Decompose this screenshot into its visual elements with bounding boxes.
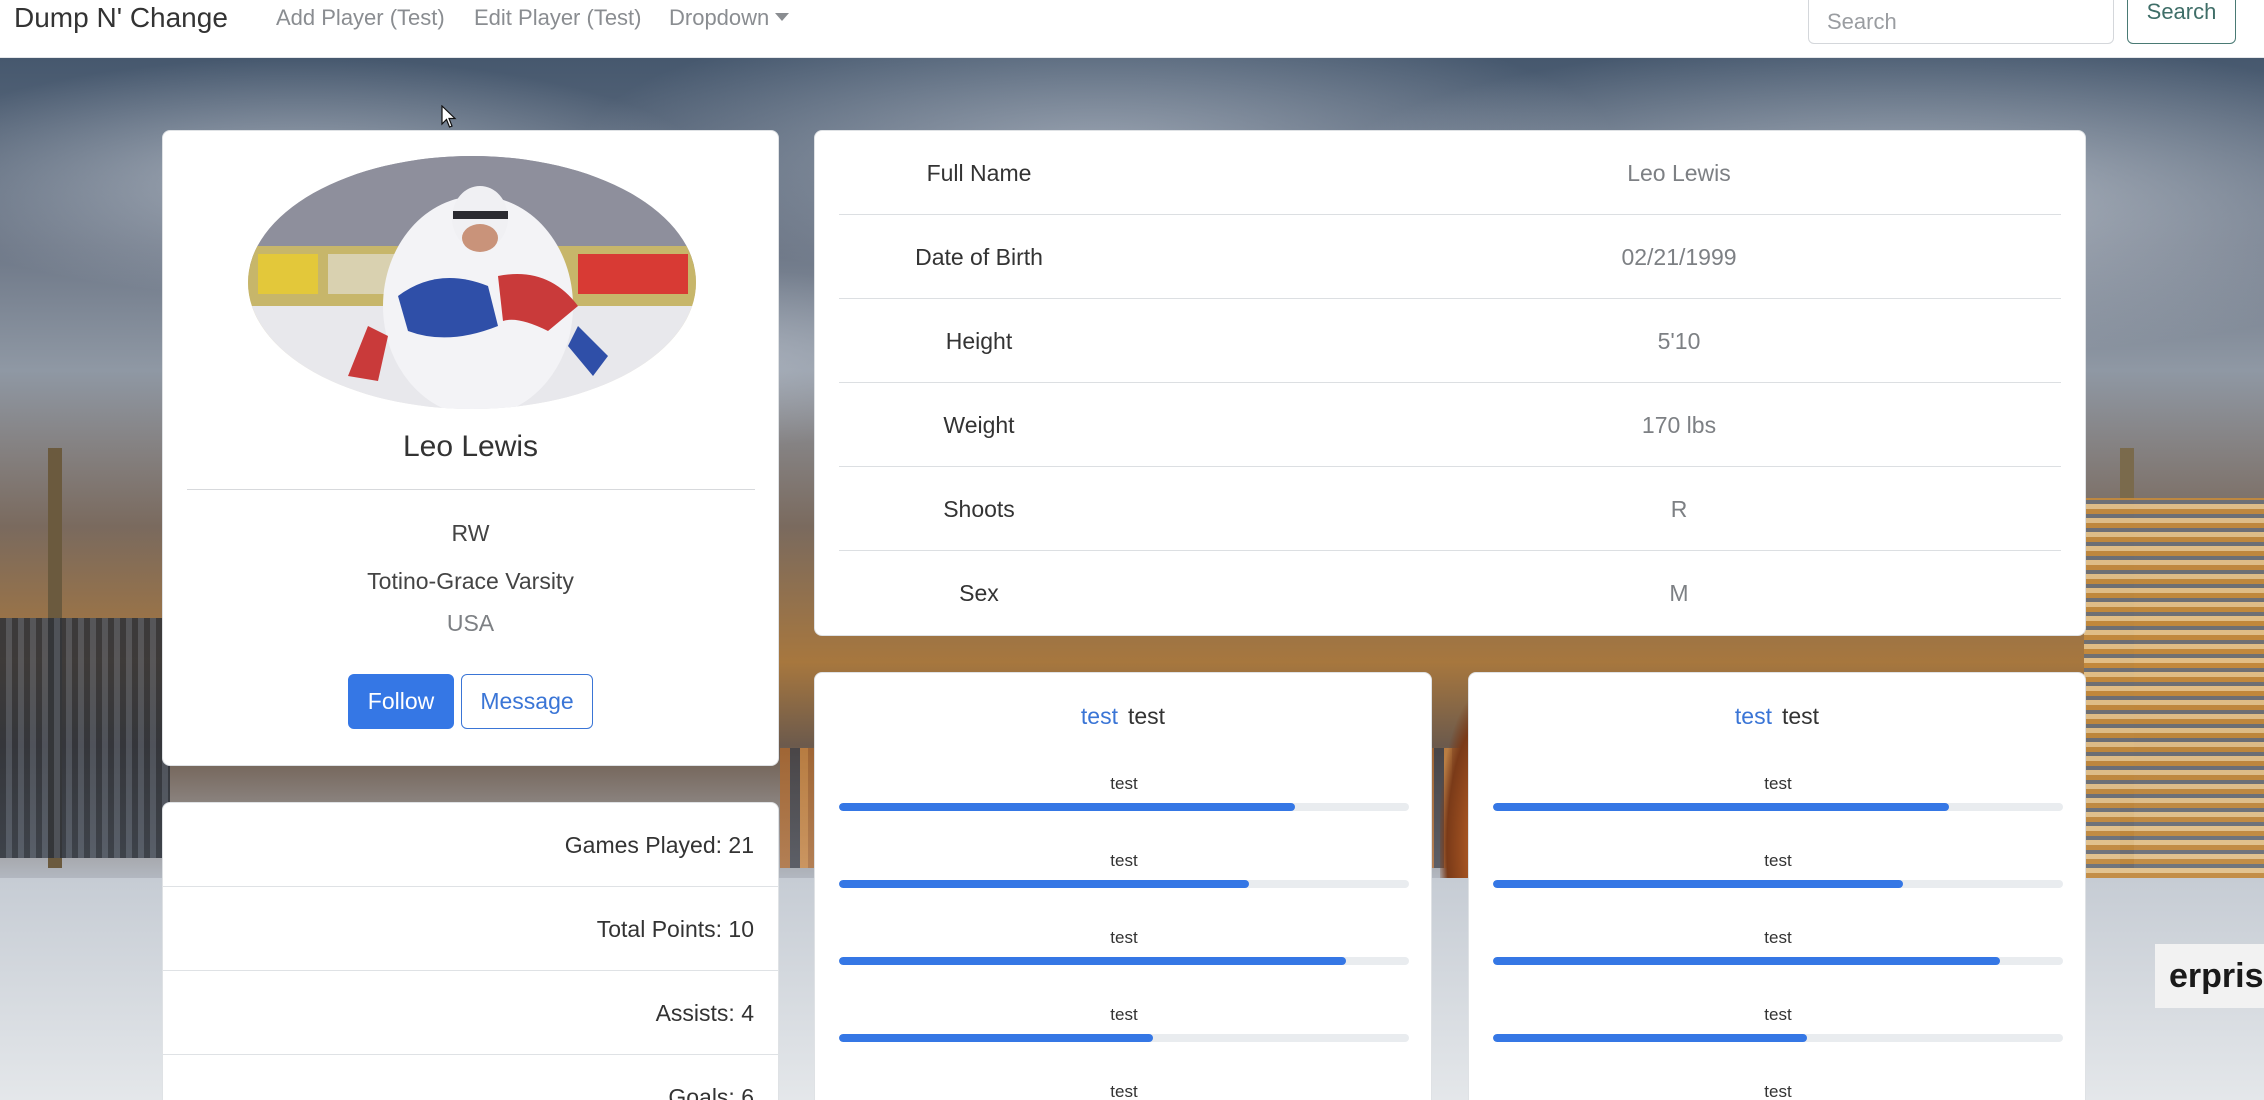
info-row-shoots: Shoots R bbox=[839, 467, 2061, 551]
progress-bar-label: test bbox=[1110, 928, 1138, 947]
player-team: Totino-Grace Varsity bbox=[367, 568, 574, 594]
search-input[interactable] bbox=[1808, 0, 2114, 44]
info-value: M bbox=[1669, 580, 1689, 606]
profile-card: Leo Lewis RW Totino-Grace Varsity USA Fo… bbox=[162, 130, 779, 766]
progress-bar-fill bbox=[839, 803, 1295, 811]
progress-card-link[interactable]: test bbox=[1081, 703, 1118, 729]
progress-card-title: test bbox=[1782, 703, 1820, 729]
nav-dropdown[interactable]: Dropdown bbox=[669, 0, 790, 36]
progress-card-header: test test bbox=[815, 701, 1431, 731]
progress-bar-track bbox=[1493, 1034, 2063, 1042]
info-value: 5'10 bbox=[1657, 328, 1701, 354]
player-photo bbox=[248, 156, 696, 409]
stands bbox=[0, 618, 170, 858]
player-info-card: Full Name Leo Lewis Date of Birth 02/21/… bbox=[814, 130, 2086, 636]
progress-bar-track bbox=[839, 880, 1409, 888]
info-label: Weight bbox=[943, 412, 1015, 438]
progress-card-title: test bbox=[1128, 703, 1166, 729]
progress-bar-item: test bbox=[839, 850, 1409, 890]
stat-assists: Assists: 4 bbox=[163, 971, 778, 1055]
progress-bar-track bbox=[1493, 957, 2063, 965]
avatar bbox=[248, 156, 696, 409]
progress-bar-track bbox=[839, 803, 1409, 811]
stat-games-played: Games Played: 21 bbox=[163, 803, 778, 887]
info-label: Shoots bbox=[943, 496, 1015, 522]
player-country: USA bbox=[446, 610, 495, 636]
brand-link[interactable]: Dump N' Change bbox=[14, 0, 228, 36]
info-label: Sex bbox=[959, 580, 999, 606]
stat-goals: Goals: 6 bbox=[163, 1055, 778, 1100]
progress-bar-fill bbox=[1493, 957, 2001, 965]
progress-bar-label: test bbox=[1764, 928, 1792, 947]
progress-bar-label: test bbox=[1764, 774, 1792, 793]
progress-bar-item: test bbox=[839, 1004, 1409, 1044]
info-row-full-name: Full Name Leo Lewis bbox=[839, 131, 2061, 215]
progress-bar-item: test bbox=[1493, 850, 2063, 890]
progress-bar-item: test bbox=[839, 773, 1409, 813]
player-name: Leo Lewis bbox=[402, 430, 539, 463]
progress-bar-fill bbox=[839, 957, 1347, 965]
progress-bar-label: test bbox=[1764, 1005, 1792, 1024]
progress-bar-fill bbox=[1493, 880, 1904, 888]
info-row-dob: Date of Birth 02/21/1999 bbox=[839, 215, 2061, 299]
info-value: R bbox=[1670, 496, 1688, 522]
progress-card-right: test test test test test test test bbox=[1468, 672, 2086, 1100]
progress-bar-track bbox=[1493, 803, 2063, 811]
progress-card-header: test test bbox=[1469, 701, 2085, 731]
progress-bar-item: test bbox=[1493, 1081, 2063, 1100]
progress-bar-item: test bbox=[1493, 773, 2063, 813]
progress-bar-track bbox=[1493, 880, 2063, 888]
info-row-weight: Weight 170 lbs bbox=[839, 383, 2061, 467]
progress-bar-fill bbox=[839, 1034, 1153, 1042]
progress-bar-item: test bbox=[1493, 1004, 2063, 1044]
progress-bar-item: test bbox=[839, 1081, 1409, 1100]
divider bbox=[187, 489, 755, 490]
info-row-height: Height 5'10 bbox=[839, 299, 2061, 383]
progress-bar-label: test bbox=[1764, 851, 1792, 870]
info-value: 170 lbs bbox=[1641, 412, 1717, 438]
message-button[interactable]: Message bbox=[461, 674, 593, 729]
nav-add-player[interactable]: Add Player (Test) bbox=[276, 0, 445, 36]
info-value: Leo Lewis bbox=[1627, 160, 1731, 186]
player-position: RW bbox=[451, 520, 490, 546]
info-label: Date of Birth bbox=[915, 244, 1043, 270]
progress-bar-label: test bbox=[1764, 1082, 1792, 1100]
progress-card-link[interactable]: test bbox=[1735, 703, 1772, 729]
nav-edit-player[interactable]: Edit Player (Test) bbox=[474, 0, 642, 36]
progress-bar-fill bbox=[1493, 1034, 1807, 1042]
progress-bar-item: test bbox=[839, 927, 1409, 967]
progress-bar-item: test bbox=[1493, 927, 2063, 967]
stands bbox=[2084, 498, 2264, 878]
info-value: 02/21/1999 bbox=[1621, 244, 1737, 270]
info-row-sex: Sex M bbox=[839, 551, 2061, 635]
progress-bar-label: test bbox=[1110, 1082, 1138, 1100]
stats-card: Games Played: 21 Total Points: 10 Assist… bbox=[162, 802, 779, 1100]
nav-dropdown-label: Dropdown bbox=[669, 5, 770, 30]
progress-bar-fill bbox=[839, 880, 1250, 888]
info-label: Height bbox=[945, 328, 1013, 354]
info-label: Full Name bbox=[926, 160, 1032, 186]
top-navbar: Dump N' Change Add Player (Test) Edit Pl… bbox=[0, 0, 2264, 58]
arena-sign-logo: erprise bbox=[2155, 944, 2264, 1008]
caret-down-icon bbox=[775, 13, 790, 21]
stat-total-points: Total Points: 10 bbox=[163, 887, 778, 971]
progress-card-left: test test test test test test test bbox=[814, 672, 1432, 1100]
progress-bar-label: test bbox=[1110, 774, 1138, 793]
progress-bar-track bbox=[839, 957, 1409, 965]
follow-button[interactable]: Follow bbox=[348, 674, 454, 729]
progress-bar-track bbox=[839, 1034, 1409, 1042]
search-button[interactable]: Search bbox=[2127, 0, 2236, 44]
progress-bar-label: test bbox=[1110, 851, 1138, 870]
progress-bar-fill bbox=[1493, 803, 1949, 811]
progress-bar-label: test bbox=[1110, 1005, 1138, 1024]
